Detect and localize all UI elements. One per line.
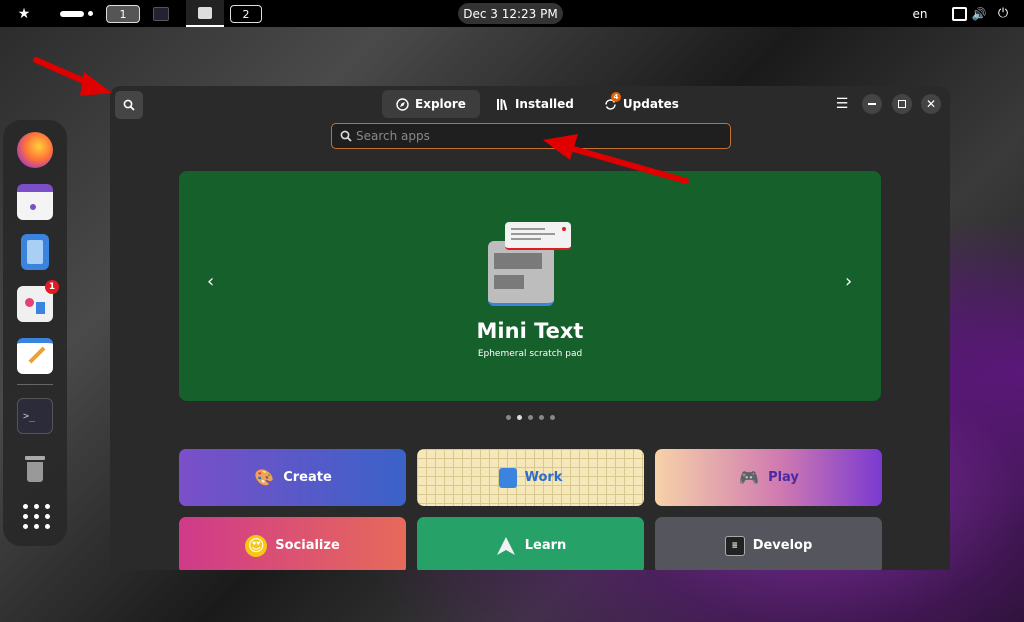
category-create[interactable]: 🎨 Create [179, 449, 406, 506]
tab-updates-label: Updates [622, 97, 679, 111]
view-switcher: Explore Installed 4 Updates [382, 90, 693, 118]
screen-icon[interactable] [950, 0, 968, 27]
software-thumb-icon[interactable] [186, 0, 224, 27]
software-badge: 1 [45, 280, 59, 294]
carousel-dots [506, 415, 555, 420]
category-learn-label: Learn [524, 538, 567, 553]
close-button[interactable]: ✕ [921, 94, 941, 114]
dock: 1 >_ [3, 120, 67, 546]
category-work-label: Work [524, 470, 563, 485]
carousel-dot[interactable] [539, 415, 544, 420]
workspace-2[interactable]: 2 [230, 5, 262, 23]
mini-text-app-icon [488, 241, 554, 306]
category-develop-label: Develop [752, 538, 813, 553]
close-icon: ✕ [925, 97, 937, 111]
search-icon [123, 99, 135, 111]
text-editor-icon[interactable] [17, 338, 53, 374]
top-bar: ★ 1 2 Dec 3 12:23 PM en 🔊 ⏻ [0, 0, 1024, 27]
minimize-icon [868, 103, 876, 105]
tab-updates[interactable]: 4 Updates [590, 90, 693, 118]
banner-subtitle: Ephemeral scratch pad [477, 349, 583, 359]
software-window: Explore Installed 4 Updates ☰ ✕ Search a… [110, 86, 950, 570]
compass-icon [396, 97, 409, 111]
search-input[interactable] [352, 129, 720, 143]
minimize-button[interactable] [862, 94, 882, 114]
search-icon [340, 130, 352, 142]
files-icon[interactable] [21, 234, 49, 270]
dock-separator [17, 384, 53, 385]
language-indicator[interactable]: en [906, 0, 934, 27]
banner-title: Mini Text [476, 319, 584, 343]
terminal-thumb-icon[interactable] [150, 0, 172, 27]
activity-dot [87, 11, 93, 16]
banner-next-button[interactable]: › [845, 271, 852, 292]
paper-plane-icon [496, 536, 515, 555]
carousel-dot[interactable] [550, 415, 555, 420]
carousel-dot[interactable] [528, 415, 533, 420]
updates-icon: 4 [604, 91, 621, 111]
emoji-icon: 😍 [245, 534, 268, 557]
banner-prev-button[interactable]: ‹ [207, 271, 214, 292]
calendar-icon[interactable] [17, 184, 53, 220]
category-play-label: Play [768, 470, 799, 485]
library-icon [496, 98, 508, 110]
category-play[interactable]: 🎮 Play [655, 449, 882, 506]
hamburger-icon: ☰ [835, 96, 849, 112]
code-icon: ≡ [724, 535, 745, 556]
carousel-dot[interactable] [506, 415, 511, 420]
category-learn[interactable]: Learn [417, 517, 644, 570]
tab-installed-label: Installed [514, 97, 574, 111]
tab-explore[interactable]: Explore [382, 90, 480, 118]
category-develop[interactable]: ≡ Develop [655, 517, 882, 570]
featured-banner[interactable]: ‹ › Mini Text Ephemeral scratch pad [179, 171, 881, 401]
firefox-icon[interactable] [17, 132, 53, 168]
annotation-arrow-search-button [33, 57, 112, 96]
create-icon: 🎨 [254, 468, 275, 487]
tab-installed[interactable]: Installed [482, 90, 588, 118]
activity-pill [59, 10, 84, 17]
category-work[interactable]: Work [417, 449, 644, 506]
tab-explore-label: Explore [415, 97, 466, 111]
maximize-icon [898, 100, 906, 108]
category-socialize-label: Socialize [275, 538, 340, 553]
maximize-button[interactable] [892, 94, 912, 114]
search-bar [331, 123, 731, 149]
terminal-icon[interactable]: >_ [17, 398, 53, 434]
star-icon[interactable]: ★ [14, 0, 34, 27]
category-socialize[interactable]: 😍 Socialize [179, 517, 406, 570]
activities-indicator[interactable] [58, 0, 94, 27]
search-toggle-button[interactable] [115, 91, 143, 119]
app-grid-icon[interactable] [17, 498, 53, 534]
software-icon[interactable]: 1 [17, 280, 59, 322]
power-icon[interactable]: ⏻ [992, 0, 1014, 27]
updates-badge: 4 [610, 91, 621, 102]
main-menu-button[interactable]: ☰ [832, 94, 852, 114]
trash-icon[interactable] [17, 450, 53, 486]
carousel-dot-active[interactable] [517, 415, 522, 420]
work-icon [498, 467, 517, 488]
gamepad-icon: 🎮 [739, 468, 760, 487]
clock[interactable]: Dec 3 12:23 PM [458, 3, 563, 24]
note-icon [505, 222, 571, 250]
workspace-1[interactable]: 1 [106, 5, 140, 23]
header-bar: Explore Installed 4 Updates ☰ ✕ [110, 86, 950, 124]
volume-icon[interactable]: 🔊 [970, 0, 988, 27]
category-create-label: Create [283, 470, 332, 485]
